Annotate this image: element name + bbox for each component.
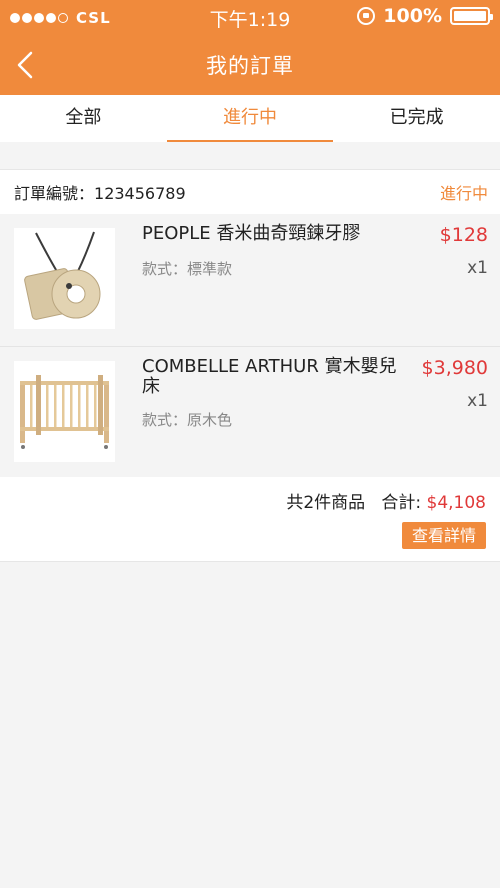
product-style-label: 款式：	[142, 260, 188, 278]
product-quantity: x1	[467, 258, 488, 278]
order-item[interactable]: PEOPLE 香米曲奇頸鍊牙膠 款式：標準款 $128 x1	[0, 214, 500, 344]
tab-in-progress[interactable]: 進行中	[166, 95, 334, 142]
product-price: $128	[439, 224, 488, 246]
order-number-value: 123456789	[94, 184, 186, 203]
status-bar: CSL 下午1:19 100%	[0, 0, 500, 34]
product-image-necklace	[14, 228, 115, 329]
top-bar: CSL 下午1:19 100% 我的訂單	[0, 0, 500, 95]
product-price: $3,980	[421, 357, 488, 379]
necklace-teether-image	[14, 228, 115, 329]
tab-completed[interactable]: 已完成	[333, 95, 500, 142]
order-header: 訂單編號：123456789 進行中	[0, 170, 500, 214]
order-tabs: 全部 進行中 已完成	[0, 95, 500, 142]
product-quantity: x1	[467, 391, 488, 411]
product-style: 款式：原木色	[142, 409, 232, 430]
tab-all[interactable]: 全部	[0, 95, 167, 142]
view-details-button[interactable]: 查看詳情	[402, 522, 486, 549]
item-count: 共2件商品	[286, 493, 366, 513]
order-item[interactable]: COMBELLE ARTHUR 實木嬰兒床 款式：原木色 $3,980 x1	[0, 346, 500, 476]
product-name: COMBELLE ARTHUR 實木嬰兒床	[142, 356, 397, 397]
order-card: 訂單編號：123456789 進行中 PEOPLE 香米曲奇頸鍊牙膠 款式：標準…	[0, 169, 500, 562]
product-style: 款式：標準款	[142, 258, 232, 279]
order-items: PEOPLE 香米曲奇頸鍊牙膠 款式：標準款 $128 x1 COMBELLE …	[0, 214, 500, 477]
product-name: PEOPLE 香米曲奇頸鍊牙膠	[142, 223, 361, 244]
total-amount: $4,108	[426, 493, 486, 513]
page-title: 我的訂單	[206, 54, 294, 78]
rotation-lock-icon	[357, 7, 376, 25]
order-status: 進行中	[439, 184, 488, 203]
total-label: 合計:	[381, 493, 422, 513]
nav-bar: 我的訂單	[0, 34, 500, 95]
battery-percent: 100%	[383, 5, 442, 27]
order-summary: 共2件商品 合計: $4,108	[286, 488, 486, 513]
product-image-crib	[14, 361, 115, 462]
product-style-value: 標準款	[187, 260, 233, 278]
battery-icon	[450, 7, 493, 25]
order-number-label: 訂單編號：	[14, 184, 95, 203]
product-style-value: 原木色	[187, 411, 233, 429]
product-style-label: 款式：	[142, 411, 188, 429]
wooden-crib-image	[14, 361, 115, 462]
order-number: 訂單編號：123456789	[14, 180, 186, 204]
